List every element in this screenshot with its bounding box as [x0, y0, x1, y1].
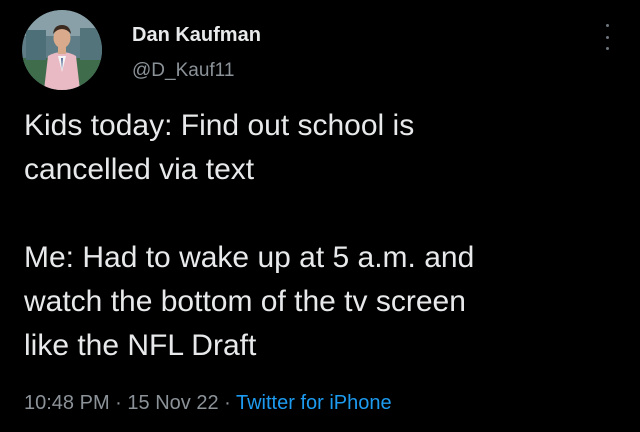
tweet-date[interactable]: 15 Nov 22	[127, 392, 218, 414]
more-dot	[605, 47, 609, 50]
more-dot	[605, 35, 609, 39]
tweet-text: Kids today: Find out school is cancelled…	[24, 109, 475, 362]
tweet-meta: 10:48 PM · 15 Nov 22 · Twitter for iPhon…	[24, 392, 392, 415]
author-display-name[interactable]: Dan Kaufman	[132, 24, 261, 47]
tweet-source-link[interactable]: Twitter for iPhone	[236, 392, 392, 414]
avatar-photo	[22, 10, 102, 90]
author-handle[interactable]: @D_Kauf11	[132, 60, 234, 82]
avatar[interactable]	[22, 10, 102, 90]
meta-separator: ·	[218, 392, 236, 414]
tweet-card: Dan Kaufman @D_Kauf11 Kids today: Find o…	[0, 0, 640, 432]
tweet-time[interactable]: 10:48 PM	[24, 392, 110, 414]
more-dot	[605, 24, 609, 27]
meta-separator: ·	[109, 392, 128, 414]
more-options-icon[interactable]	[602, 24, 612, 50]
